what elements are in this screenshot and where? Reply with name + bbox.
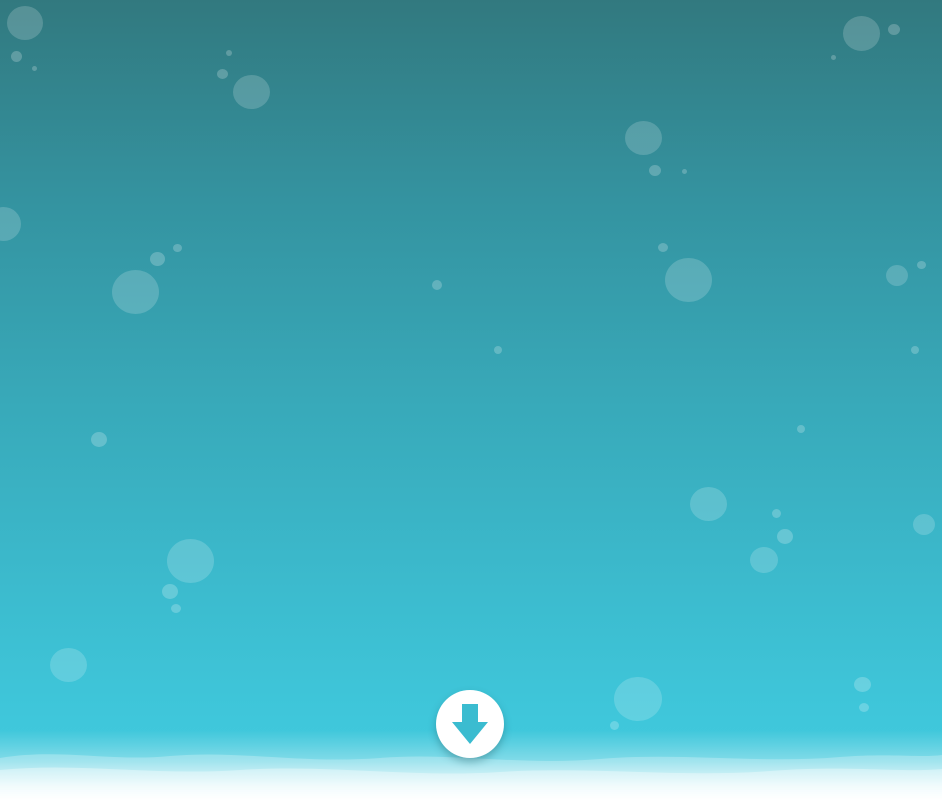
bubble-decoration xyxy=(911,346,919,354)
bubble-decoration xyxy=(171,604,181,613)
bubble-decoration xyxy=(831,55,836,60)
bubble-decoration xyxy=(226,50,232,56)
bubble-decoration xyxy=(772,509,781,518)
arrow-down-icon xyxy=(449,702,491,746)
bubble-decoration xyxy=(649,165,661,176)
bubble-decoration xyxy=(7,6,43,40)
bubble-decoration xyxy=(843,16,880,51)
bubble-decoration xyxy=(690,487,727,521)
bubble-decoration xyxy=(32,66,37,71)
bubble-decoration xyxy=(913,514,935,535)
bubble-decoration xyxy=(682,169,687,174)
bubble-decoration xyxy=(91,432,107,447)
scroll-down-button[interactable] xyxy=(436,690,504,758)
bubble-decoration xyxy=(432,280,442,290)
bubble-decoration xyxy=(11,51,22,62)
bubble-decoration xyxy=(750,547,778,573)
bubble-decoration xyxy=(625,121,662,155)
bubble-decoration xyxy=(150,252,165,266)
bubble-decoration xyxy=(233,75,270,109)
bubble-decoration xyxy=(494,346,502,354)
bubble-decoration xyxy=(859,703,869,712)
bubble-decoration xyxy=(886,265,908,286)
bubble-decoration xyxy=(614,677,662,721)
hero-background xyxy=(0,0,942,800)
bubble-decoration xyxy=(217,69,228,79)
bubble-decoration xyxy=(112,270,159,314)
bubble-decoration xyxy=(797,425,805,433)
bubble-decoration xyxy=(173,244,182,252)
bubble-decoration xyxy=(167,539,214,583)
bubble-decoration xyxy=(0,207,21,241)
bubble-decoration xyxy=(888,24,900,35)
bubble-decoration xyxy=(162,584,178,599)
bubble-decoration xyxy=(917,261,926,269)
bubble-decoration xyxy=(610,721,619,730)
bubble-decoration xyxy=(658,243,668,252)
bubble-decoration xyxy=(777,529,793,544)
bubble-decoration xyxy=(854,677,871,692)
bubble-decoration xyxy=(50,648,87,682)
bubble-decoration xyxy=(665,258,712,302)
